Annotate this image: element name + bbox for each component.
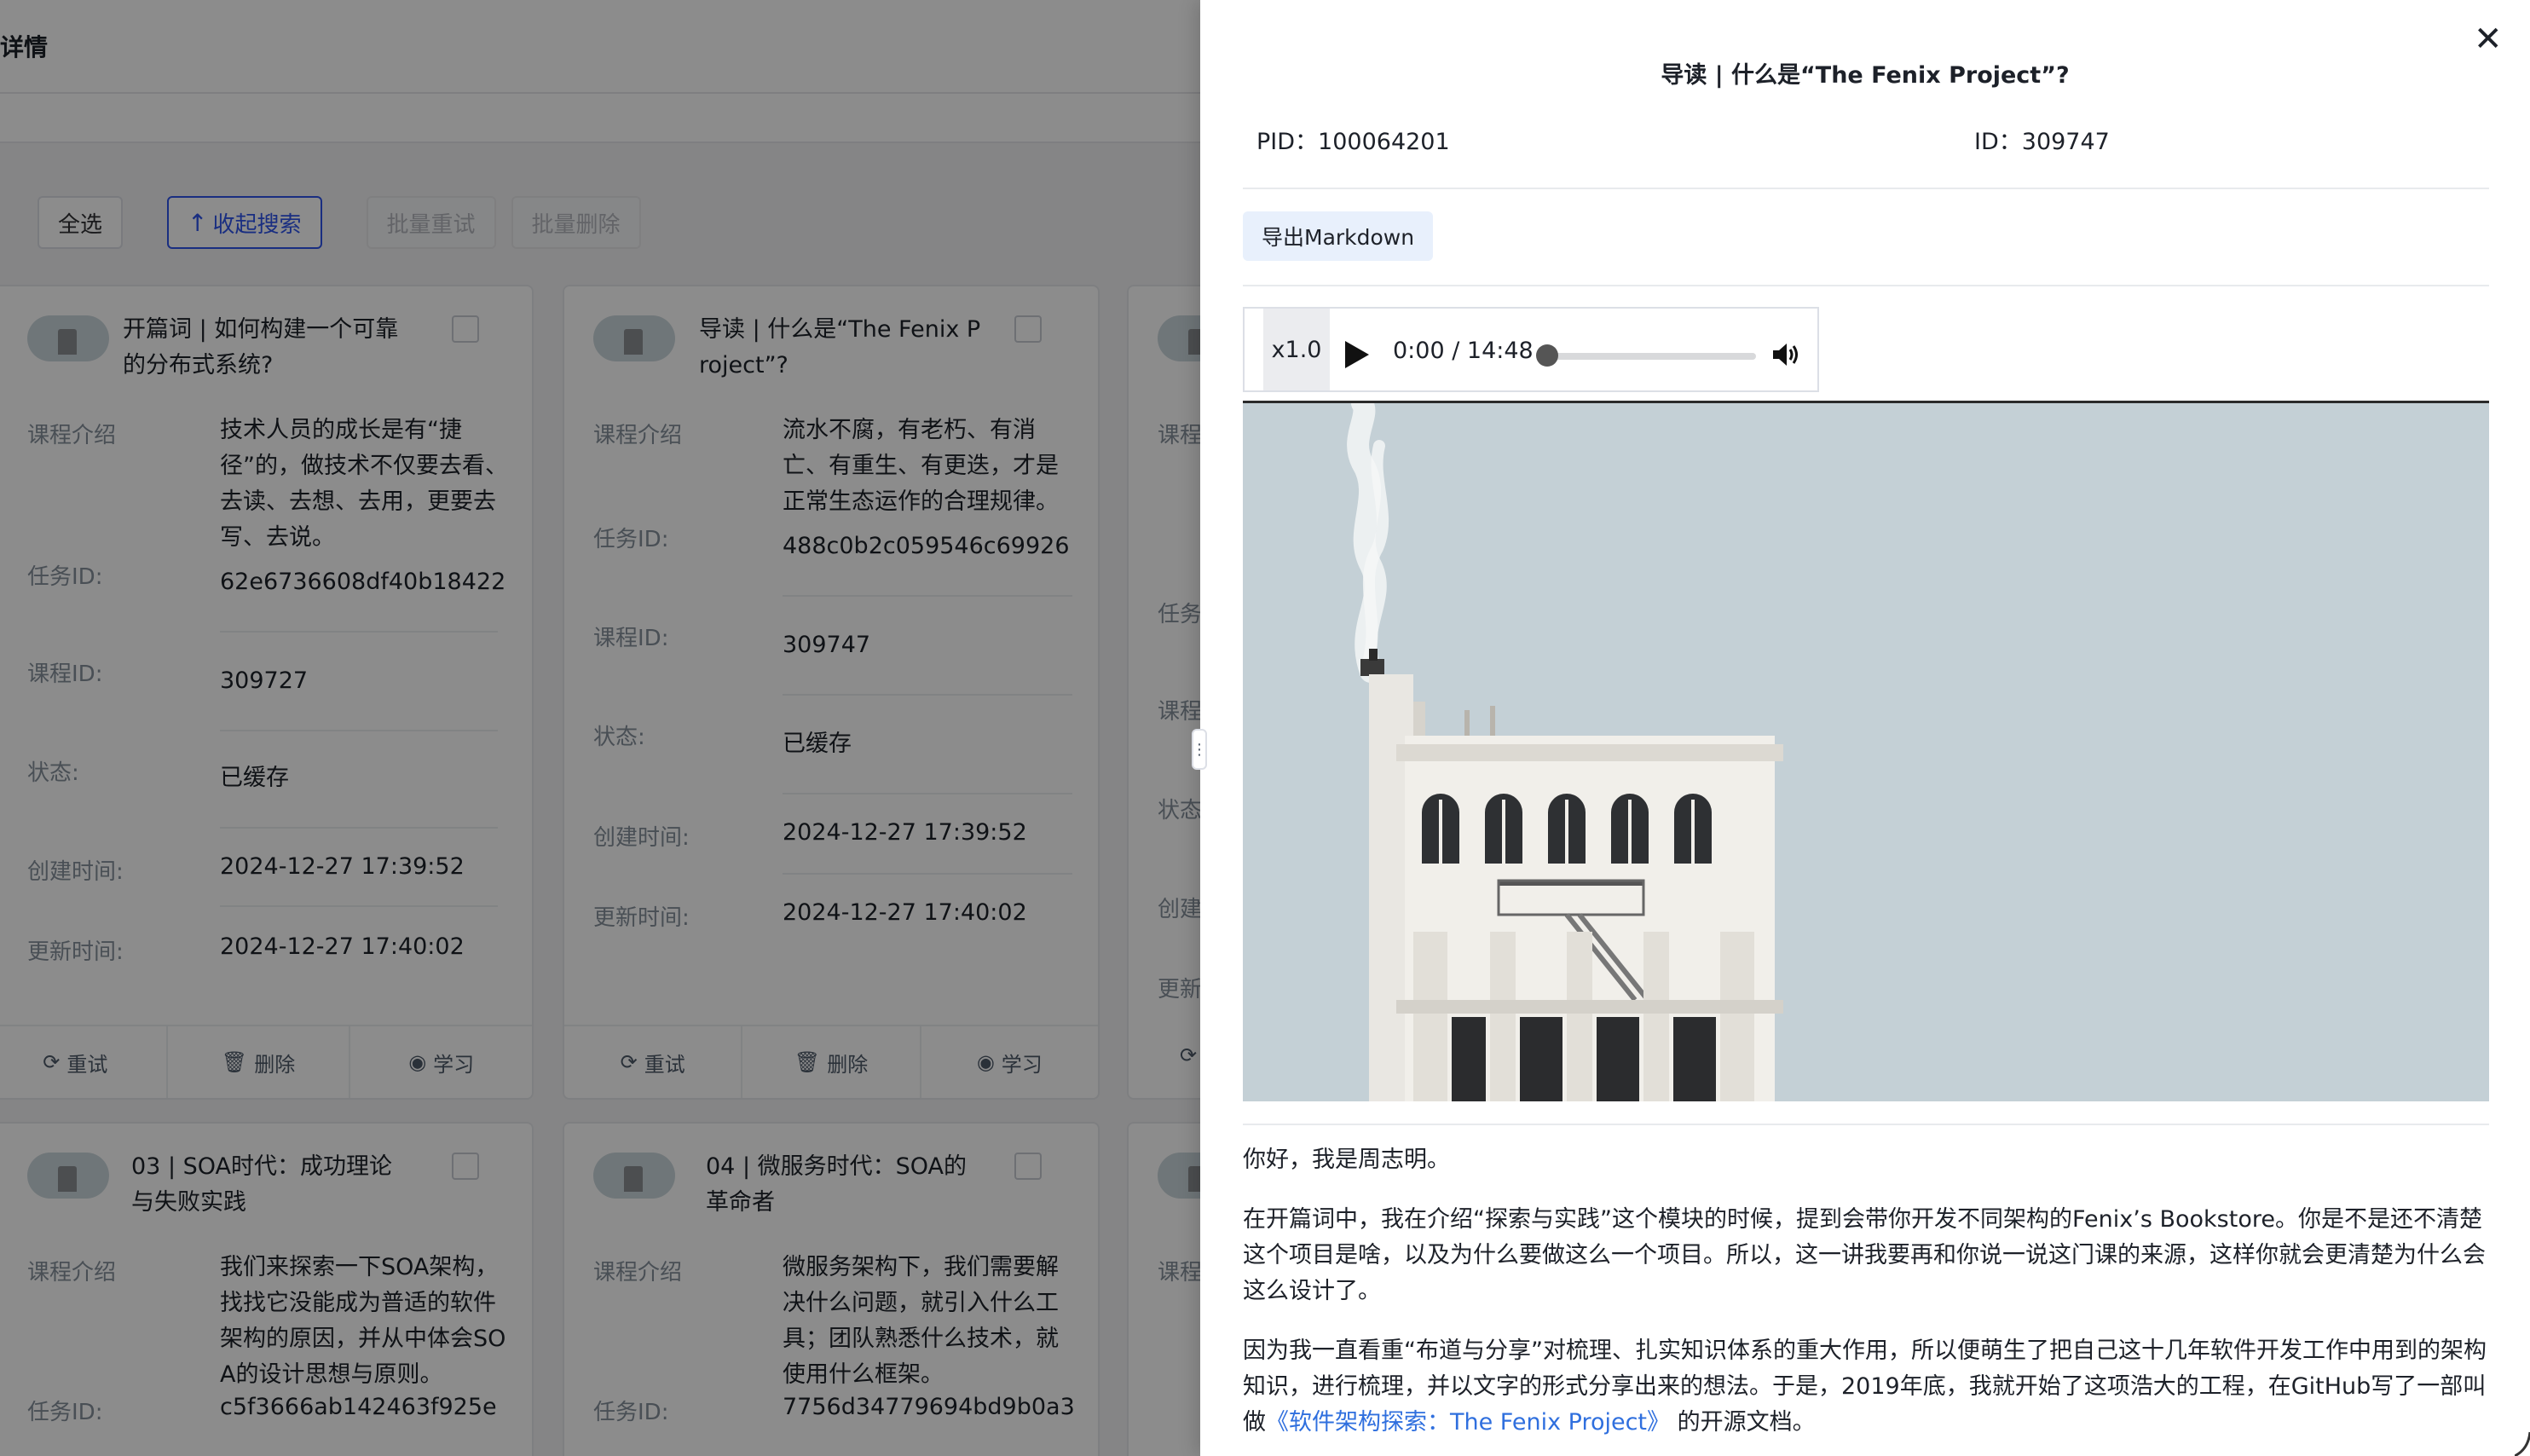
audio-player: x1.0 0:00 / 14:48 xyxy=(1243,307,1819,392)
divider xyxy=(1243,1124,2489,1125)
fenix-project-link[interactable]: 《软件架构探索：The Fenix Project》 xyxy=(1266,1409,1670,1436)
divider xyxy=(1243,285,2489,286)
building-illustration xyxy=(1243,403,2489,1101)
id-label: ID： xyxy=(1974,129,2022,155)
pid-label: PID： xyxy=(1256,129,1319,155)
article-cover-image xyxy=(1243,401,2489,1101)
resize-corner-icon xyxy=(2515,1431,2530,1456)
playback-speed-button[interactable]: x1.0 xyxy=(1263,309,1330,390)
article-paragraph: 你好，我是周志明。 xyxy=(1243,1147,1450,1173)
modal-mask[interactable] xyxy=(0,0,1200,1456)
article-body: 你好，我是周志明。 在开篇词中，我在介绍“探索与实践”这个模块的时候，提到会带你… xyxy=(1243,1142,2489,1456)
id-field: ID：309747 xyxy=(1974,123,2110,156)
pid-value: 100064201 xyxy=(1318,129,1450,155)
volume-icon[interactable] xyxy=(1771,341,1802,368)
time-display: 0:00 / 14:48 xyxy=(1393,338,1534,364)
drawer-title: 导读 | 什么是“The Fenix Project”? xyxy=(1661,62,2070,89)
paragraph-text: 的开源文档。 xyxy=(1670,1409,1816,1436)
pid-field: PID：100064201 xyxy=(1256,123,1450,156)
progress-track[interactable] xyxy=(1543,353,1756,360)
play-icon[interactable] xyxy=(1345,341,1369,368)
article-paragraph: 在开篇词中，我在介绍“探索与实践”这个模块的时候，提到会带你开发不同架构的Fen… xyxy=(1243,1206,2486,1304)
export-markdown-button[interactable]: 导出Markdown xyxy=(1243,211,1434,261)
article-paragraph: 因为我一直看重“布道与分享”对梳理、扎实知识体系的重大作用，所以便萌生了把自己这… xyxy=(1243,1333,2489,1441)
divider xyxy=(1243,188,2489,189)
id-value: 309747 xyxy=(2021,129,2110,155)
drawer-resize-handle[interactable]: ⋮ xyxy=(1192,729,1207,770)
close-icon[interactable]: ✕ xyxy=(2474,22,2503,56)
progress-thumb[interactable] xyxy=(1536,344,1558,367)
